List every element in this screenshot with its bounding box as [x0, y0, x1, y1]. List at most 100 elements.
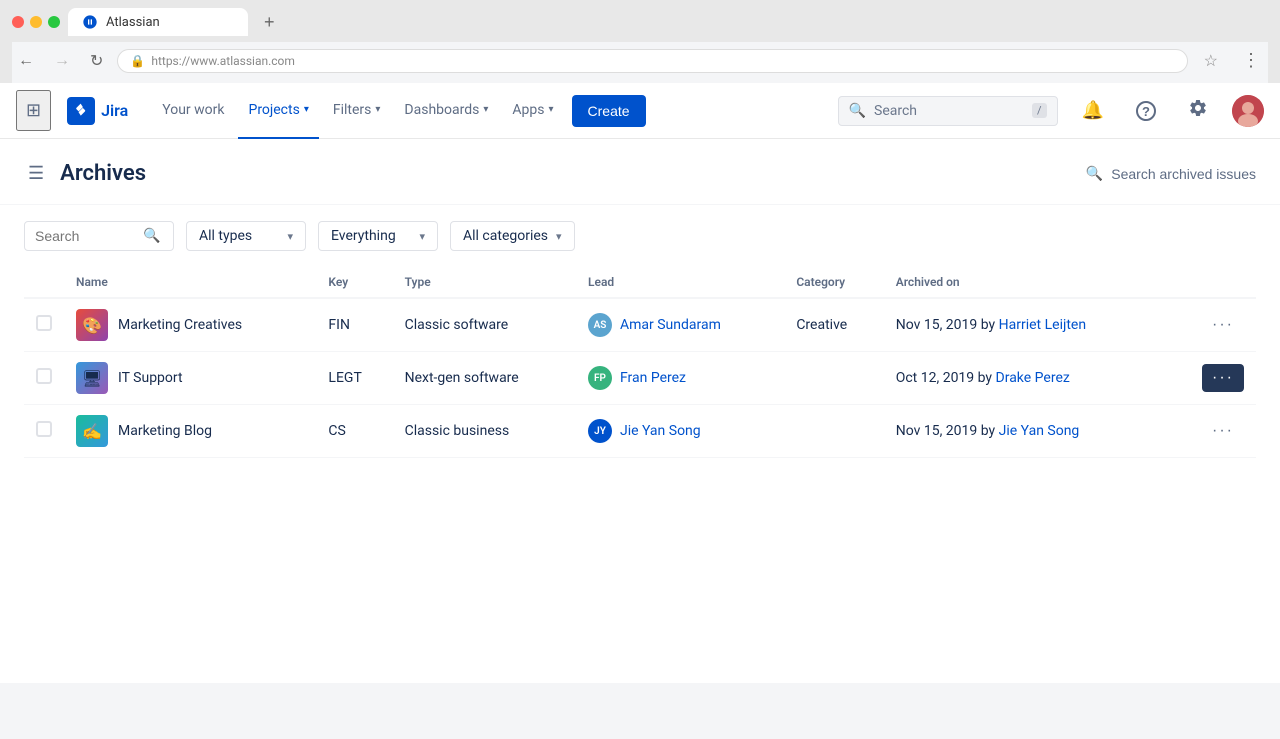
categories-filter[interactable]: All categories ▾ — [450, 221, 575, 251]
new-tab-button[interactable]: + — [256, 12, 283, 33]
row-category-cell — [784, 405, 883, 458]
row-more-button[interactable]: ··· — [1202, 417, 1244, 445]
nav-apps[interactable]: Apps ▾ — [502, 83, 563, 139]
maximize-dot[interactable] — [48, 16, 60, 28]
tab-title: Atlassian — [106, 15, 160, 30]
header-type: Type — [393, 267, 576, 298]
header-name: Name — [64, 267, 316, 298]
bookmark-button[interactable]: ☆ — [1196, 47, 1226, 75]
row-type-cell: Classic business — [393, 405, 576, 458]
avatar-image — [1232, 95, 1264, 127]
type-filter-caret: ▾ — [287, 230, 293, 243]
gear-icon — [1188, 98, 1208, 118]
row-checkbox-cell[interactable] — [24, 352, 64, 405]
app-switcher-button[interactable]: ⊞ — [16, 90, 51, 131]
browser-menu-button[interactable]: ⋮ — [1234, 46, 1268, 75]
row-checkbox[interactable] — [36, 368, 52, 384]
project-icon: 🎨 — [76, 309, 108, 341]
refresh-button[interactable]: ↻ — [84, 47, 109, 75]
row-action-cell[interactable]: ··· — [1168, 405, 1256, 458]
header-lead: Lead — [576, 267, 784, 298]
header-checkbox-cell — [24, 267, 64, 298]
close-dot[interactable] — [12, 16, 24, 28]
row-lead-cell: JY Jie Yan Song — [576, 405, 784, 458]
nav-filters[interactable]: Filters ▾ — [323, 83, 391, 139]
table-body: 🎨 Marketing Creatives FIN Classic softwa… — [24, 298, 1256, 458]
row-key-cell: LEGT — [316, 352, 392, 405]
row-type-cell: Next-gen software — [393, 352, 576, 405]
row-archived-cell: Oct 12, 2019 by Drake Perez — [884, 352, 1169, 405]
global-search-bar[interactable]: 🔍 Search / — [838, 96, 1058, 126]
back-button[interactable]: ← — [12, 48, 40, 74]
lead-avatar: AS — [588, 313, 612, 337]
jira-logo-icon — [67, 97, 95, 125]
lead-name-link[interactable]: Amar Sundaram — [620, 317, 721, 333]
archives-title-area: ☰ Archives — [24, 159, 146, 188]
nav-your-work[interactable]: Your work — [152, 83, 234, 139]
table-header: Name Key Type Lead Category Archived on — [24, 267, 1256, 298]
everything-filter-caret: ▾ — [419, 230, 425, 243]
filters-caret: ▾ — [375, 104, 380, 115]
archives-table: Name Key Type Lead Category Archived on — [24, 267, 1256, 458]
archives-header: ☰ Archives 🔍 Search archived issues — [0, 139, 1280, 205]
address-bar[interactable]: 🔒 https://www.atlassian.com — [117, 49, 1187, 73]
top-nav: ⊞ Jira Your work Projects ▾ Filters ▾ D — [0, 83, 1280, 139]
archived-by-link[interactable]: Jie Yan Song — [999, 423, 1080, 439]
row-category-cell — [784, 352, 883, 405]
user-avatar[interactable] — [1232, 95, 1264, 127]
header-archived-on: Archived on — [884, 267, 1169, 298]
row-checkbox[interactable] — [36, 315, 52, 331]
project-icon: 🖥 — [76, 362, 108, 394]
archived-by-link[interactable]: Harriet Leijten — [999, 317, 1086, 333]
sidebar-toggle-button[interactable]: ☰ — [24, 159, 48, 188]
search-filter-icon: 🔍 — [143, 228, 160, 244]
jira-icon — [72, 102, 90, 120]
search-archived-button[interactable]: 🔍 Search archived issues — [1086, 165, 1256, 182]
forward-button[interactable]: → — [48, 48, 76, 74]
search-placeholder-text: Search — [874, 103, 1024, 119]
project-name-container: ✍ Marketing Blog — [76, 415, 304, 447]
browser-tab[interactable]: Atlassian — [68, 8, 248, 36]
row-category-cell: Creative — [784, 298, 883, 352]
atlassian-tab-icon — [82, 14, 98, 30]
row-action-cell[interactable]: ··· — [1168, 298, 1256, 352]
categories-filter-label: All categories — [463, 228, 548, 244]
row-checkbox-cell[interactable] — [24, 298, 64, 352]
help-button[interactable]: ? — [1128, 92, 1164, 129]
search-filter[interactable]: 🔍 — [24, 221, 174, 251]
row-action-cell[interactable]: ··· — [1168, 352, 1256, 405]
nav-projects[interactable]: Projects ▾ — [238, 83, 318, 139]
nav-dashboards[interactable]: Dashboards ▾ — [394, 83, 498, 139]
categories-filter-caret: ▾ — [556, 230, 562, 243]
type-filter-label: All types — [199, 228, 252, 244]
archived-by-link[interactable]: Drake Perez — [996, 370, 1070, 386]
notifications-button[interactable]: 🔔 — [1074, 92, 1112, 129]
header-actions — [1168, 267, 1256, 298]
search-input[interactable] — [35, 228, 135, 244]
row-checkbox-cell[interactable] — [24, 405, 64, 458]
search-icon: 🔍 — [849, 103, 866, 119]
project-name-container: 🎨 Marketing Creatives — [76, 309, 304, 341]
filters-row: 🔍 All types ▾ Everything ▾ All categorie… — [0, 205, 1280, 267]
row-more-button[interactable]: ··· — [1202, 364, 1244, 392]
row-name-cell: ✍ Marketing Blog — [64, 405, 316, 458]
type-filter[interactable]: All types ▾ — [186, 221, 306, 251]
row-type-cell: Classic software — [393, 298, 576, 352]
search-archived-icon: 🔍 — [1086, 165, 1103, 182]
minimize-dot[interactable] — [30, 16, 42, 28]
settings-button[interactable] — [1180, 90, 1216, 131]
create-button[interactable]: Create — [572, 95, 646, 127]
lead-name-link[interactable]: Fran Perez — [620, 370, 686, 386]
row-key-cell: FIN — [316, 298, 392, 352]
row-checkbox[interactable] — [36, 421, 52, 437]
row-lead-cell: AS Amar Sundaram — [576, 298, 784, 352]
row-name-cell: 🎨 Marketing Creatives — [64, 298, 316, 352]
app-container: ⊞ Jira Your work Projects ▾ Filters ▾ D — [0, 83, 1280, 683]
projects-caret: ▾ — [304, 104, 309, 115]
project-name: Marketing Blog — [118, 423, 212, 439]
lead-name-link[interactable]: Jie Yan Song — [620, 423, 701, 439]
row-more-button[interactable]: ··· — [1202, 311, 1244, 339]
everything-filter[interactable]: Everything ▾ — [318, 221, 438, 251]
row-key-cell: CS — [316, 405, 392, 458]
lead-avatar: FP — [588, 366, 612, 390]
